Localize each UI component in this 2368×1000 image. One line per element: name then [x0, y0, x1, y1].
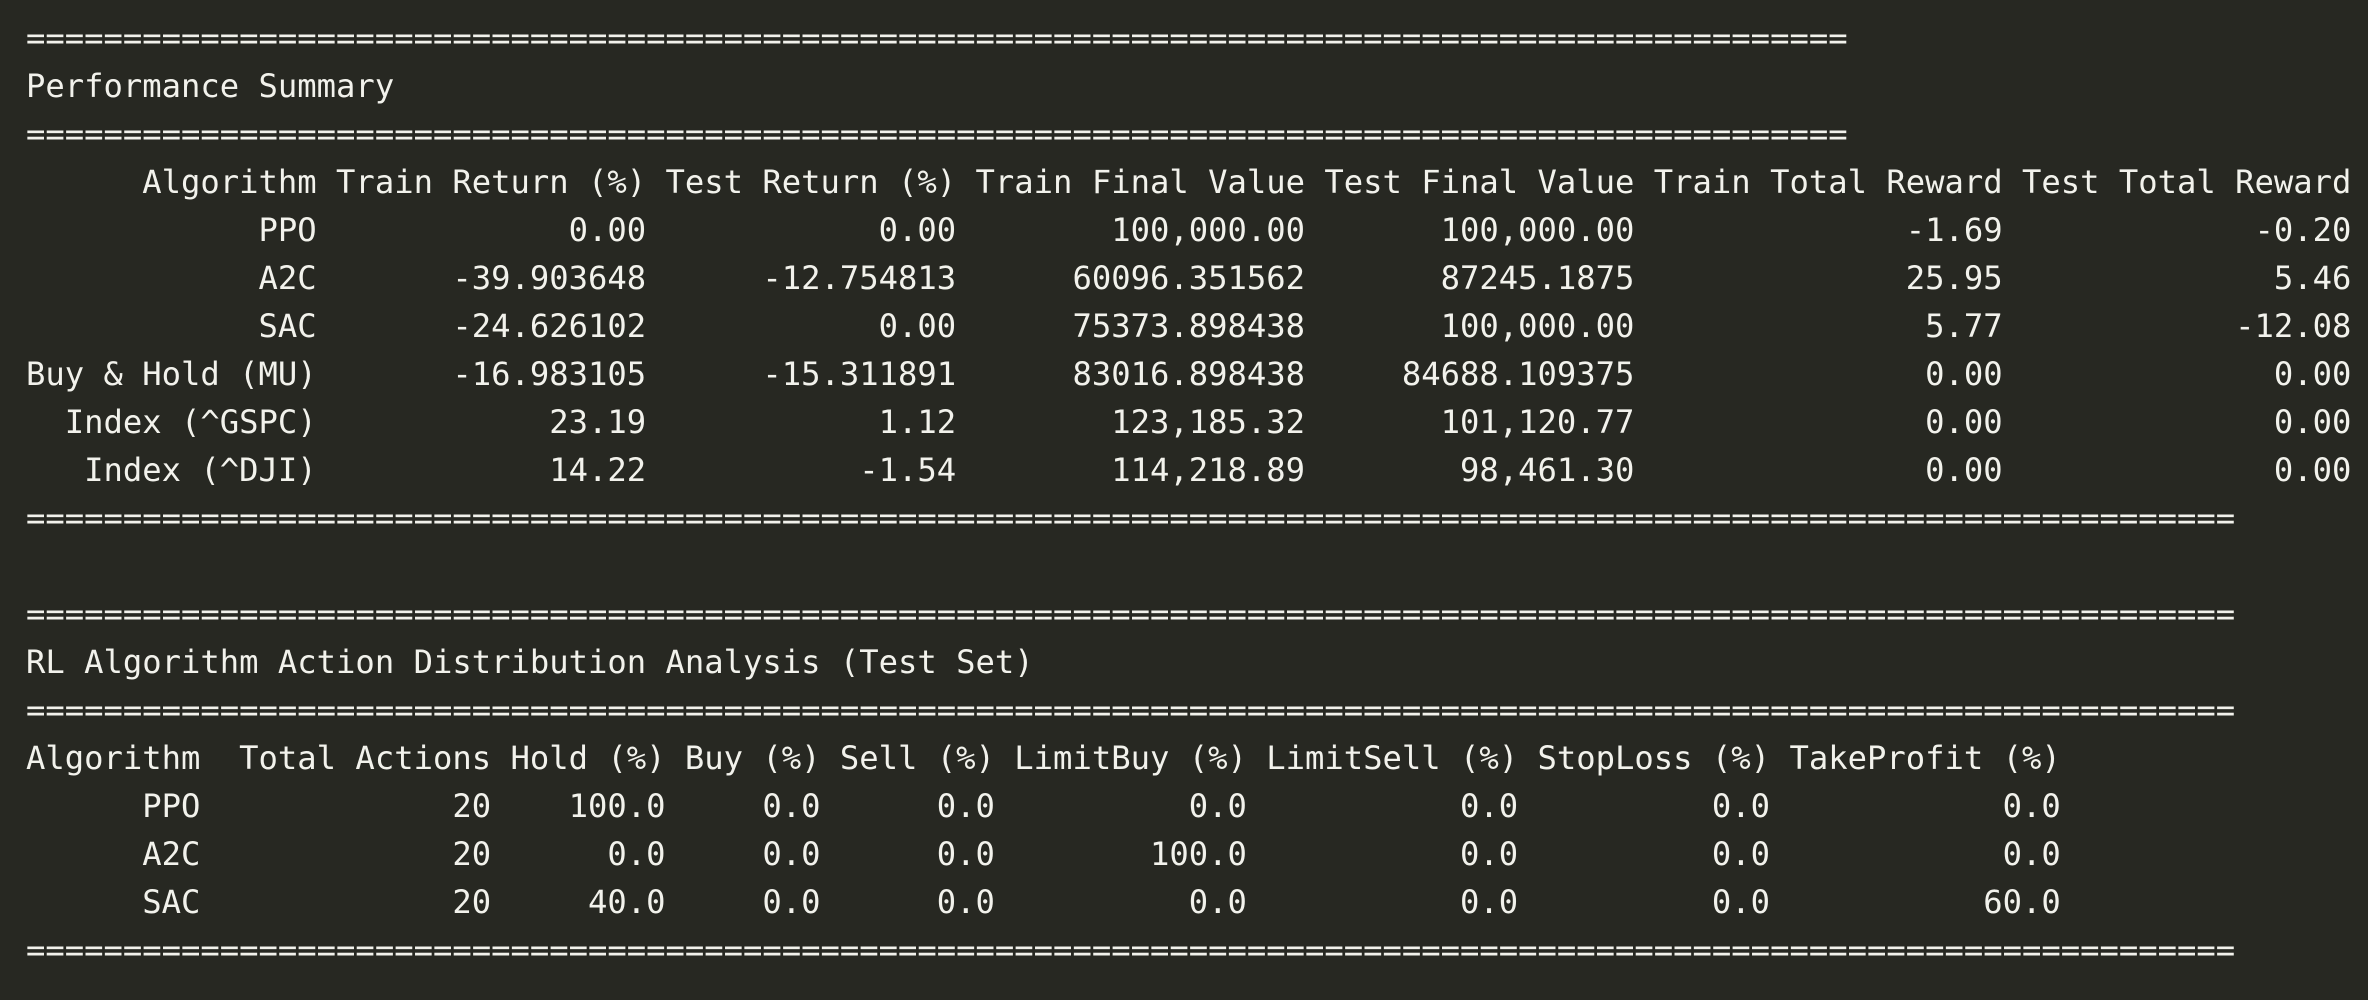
separator-line: ========================================… — [26, 19, 1848, 57]
performance-table-header: Algorithm Train Return (%) Test Return (… — [26, 163, 2352, 201]
performance-row-ppo: PPO 0.00 0.00 100,000.00 100,000.00 -1.6… — [26, 211, 2352, 249]
performance-row-sac: SAC -24.626102 0.00 75373.898438 100,000… — [26, 307, 2352, 345]
separator-line: ========================================… — [26, 499, 2236, 537]
performance-summary-heading: Performance Summary — [26, 67, 395, 105]
separator-line: ========================================… — [26, 931, 2236, 969]
action-row-ppo: PPO 20 100.0 0.0 0.0 0.0 0.0 0.0 0.0 — [26, 787, 2061, 825]
performance-row-index-dji: Index (^DJI) 14.22 -1.54 114,218.89 98,4… — [26, 451, 2352, 489]
action-row-sac: SAC 20 40.0 0.0 0.0 0.0 0.0 0.0 60.0 — [26, 883, 2061, 921]
terminal-output: ========================================… — [26, 14, 2356, 974]
performance-row-buy-hold: Buy & Hold (MU) -16.983105 -15.311891 83… — [26, 355, 2352, 393]
performance-row-index-gspc: Index (^GSPC) 23.19 1.12 123,185.32 101,… — [26, 403, 2352, 441]
separator-line: ========================================… — [26, 115, 1848, 153]
performance-row-a2c: A2C -39.903648 -12.754813 60096.351562 8… — [26, 259, 2352, 297]
action-row-a2c: A2C 20 0.0 0.0 0.0 100.0 0.0 0.0 0.0 — [26, 835, 2061, 873]
action-table-header: Algorithm Total Actions Hold (%) Buy (%)… — [26, 739, 2061, 777]
separator-line: ========================================… — [26, 595, 2236, 633]
separator-line: ========================================… — [26, 691, 2236, 729]
action-distribution-heading: RL Algorithm Action Distribution Analysi… — [26, 643, 1034, 681]
